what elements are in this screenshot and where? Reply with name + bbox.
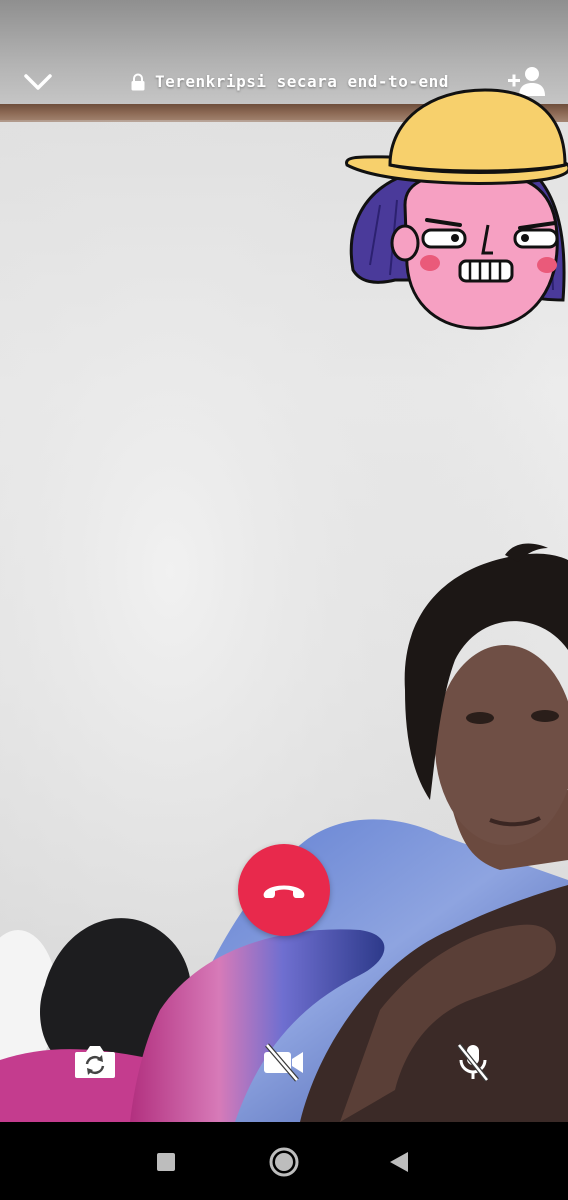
triangle-back-icon[interactable] (388, 1150, 410, 1174)
chevron-down-icon[interactable] (22, 66, 54, 98)
mic-off-icon[interactable] (451, 1042, 495, 1082)
video-call-screen: Terenkripsi secara end-to-end (0, 0, 568, 1122)
self-video-preview[interactable] (335, 85, 568, 335)
circle-icon[interactable] (268, 1146, 300, 1178)
phone-hangup-icon (263, 885, 305, 898)
square-icon[interactable] (156, 1152, 176, 1172)
lock-icon (131, 73, 145, 91)
video-off-icon[interactable] (261, 1042, 305, 1082)
end-call-button[interactable] (238, 844, 330, 936)
camera-flip-icon[interactable] (73, 1042, 117, 1082)
